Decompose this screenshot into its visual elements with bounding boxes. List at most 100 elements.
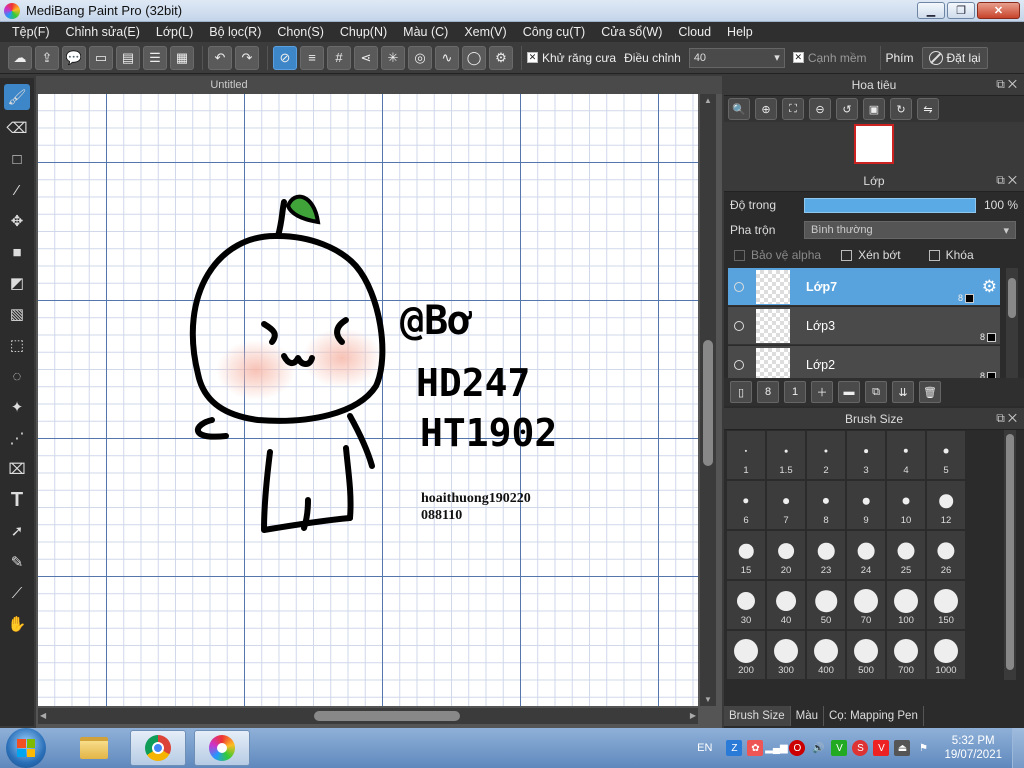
layer-row-lop2[interactable]: Lớp2 8 bbox=[728, 346, 1000, 378]
hand-tool-icon[interactable]: ✋ bbox=[4, 611, 30, 637]
brush-size-cell[interactable]: 15 bbox=[726, 530, 766, 580]
menu-window[interactable]: Cửa sổ(W) bbox=[593, 25, 670, 39]
bucket-tool-icon[interactable]: ◩ bbox=[4, 270, 30, 296]
share-icon[interactable]: ⇪ bbox=[35, 45, 59, 70]
taskbar-chrome[interactable] bbox=[130, 730, 186, 766]
duplicate-layer-icon[interactable]: ⧉ bbox=[865, 381, 887, 403]
menu-help[interactable]: Help bbox=[719, 25, 761, 39]
new-layer-icon[interactable]: ▯ bbox=[730, 381, 752, 403]
radial-line-snap-icon[interactable]: ⋖ bbox=[354, 45, 378, 70]
navigator-preview[interactable] bbox=[724, 122, 1024, 170]
volume-icon[interactable]: 🔊 bbox=[810, 740, 826, 756]
brush-size-cell[interactable]: 200 bbox=[726, 630, 766, 680]
gear-icon[interactable]: ⚙ bbox=[982, 277, 997, 297]
folder-icon[interactable]: ▬ bbox=[838, 381, 860, 403]
fit-window-icon[interactable]: ▣ bbox=[863, 98, 885, 120]
brush-scrollbar[interactable] bbox=[1004, 430, 1016, 680]
radial-snap-icon[interactable]: ✳ bbox=[381, 45, 405, 70]
brush-size-cell[interactable]: 150 bbox=[926, 580, 966, 630]
panel-controls[interactable]: ⧉✕ bbox=[996, 411, 1020, 426]
visibility-icon[interactable] bbox=[734, 320, 744, 331]
horizontal-scroll-thumb[interactable] bbox=[314, 711, 460, 721]
antialias-toggle[interactable]: ✕ Khử răng cưa bbox=[527, 51, 616, 65]
menu-color[interactable]: Màu (C) bbox=[395, 25, 456, 39]
horizontal-scrollbar[interactable]: ◀ ▶ bbox=[38, 708, 698, 724]
page-list-icon[interactable]: ☰ bbox=[143, 45, 167, 70]
brush-size-cell[interactable]: 10 bbox=[886, 480, 926, 530]
brush-size-cell[interactable]: 5 bbox=[926, 430, 966, 480]
zoom-out-icon[interactable]: ⊖ bbox=[809, 98, 831, 120]
new-8bit-layer-icon[interactable]: 8 bbox=[757, 381, 779, 403]
lock-option[interactable]: Khóa bbox=[928, 248, 974, 262]
scroll-right-icon[interactable]: ▶ bbox=[690, 711, 696, 720]
shield-icon[interactable]: S bbox=[852, 740, 869, 756]
merge-layer-icon[interactable]: ⇊ bbox=[892, 381, 914, 403]
brush-size-cell[interactable]: 23 bbox=[806, 530, 846, 580]
dot-brush-tool-icon[interactable]: ⁄ bbox=[4, 177, 30, 203]
brush-size-cell[interactable]: 7 bbox=[766, 480, 806, 530]
brush-size-cell[interactable]: 26 bbox=[926, 530, 966, 580]
brush-size-cell[interactable]: 40 bbox=[766, 580, 806, 630]
app-tray-icon[interactable]: ✿ bbox=[747, 740, 764, 756]
language-indicator[interactable]: EN bbox=[697, 742, 712, 754]
checkbox-checked-icon[interactable]: ✕ bbox=[792, 52, 804, 63]
brush-size-cell[interactable]: 9 bbox=[846, 480, 886, 530]
undo-icon[interactable]: ↶ bbox=[208, 45, 232, 70]
menu-edit[interactable]: Chỉnh sửa(E) bbox=[58, 25, 148, 39]
rotate-right-icon[interactable]: ↻ bbox=[890, 98, 912, 120]
cloud-icon[interactable]: ☁ bbox=[8, 45, 32, 70]
brush-size-cell[interactable]: 30 bbox=[726, 580, 766, 630]
zoom-search-icon[interactable]: 🔍 bbox=[728, 98, 750, 120]
brush-scroll-thumb[interactable] bbox=[1006, 434, 1014, 670]
network-icon[interactable]: ▂▄▆ bbox=[765, 740, 787, 756]
new-1bit-layer-icon[interactable]: 1 bbox=[784, 381, 806, 403]
document-icon[interactable]: ▤ bbox=[116, 45, 140, 70]
brush-size-cell[interactable]: 1.5 bbox=[766, 430, 806, 480]
lasso-tool-icon[interactable]: ◌ bbox=[4, 363, 30, 389]
brush-size-cell[interactable]: 24 bbox=[846, 530, 886, 580]
panel-controls[interactable]: ⧉✕ bbox=[996, 173, 1020, 188]
menu-cloud[interactable]: Cloud bbox=[670, 25, 719, 39]
grid-snap-icon[interactable]: # bbox=[327, 45, 351, 70]
menu-filter[interactable]: Bộ lọc(R) bbox=[201, 25, 269, 39]
protect-alpha-option[interactable]: Bảo vệ alpha bbox=[734, 248, 821, 262]
parallel-snap-icon[interactable]: ≡ bbox=[300, 45, 324, 70]
start-button[interactable] bbox=[6, 728, 46, 768]
eyedropper-tool-icon[interactable]: ⟋ bbox=[4, 580, 30, 606]
lock-checkbox[interactable] bbox=[928, 249, 940, 261]
reset-button[interactable]: Đặt lại bbox=[921, 46, 988, 69]
menu-snap[interactable]: Chụp(N) bbox=[332, 25, 395, 39]
document-tab[interactable]: Untitled bbox=[36, 76, 722, 94]
flag-icon[interactable]: ⚑ bbox=[915, 740, 931, 756]
brush-size-cell[interactable]: 3 bbox=[846, 430, 886, 480]
usb-icon[interactable]: ⏏ bbox=[894, 740, 911, 756]
flip-horizontal-icon[interactable]: ⇋ bbox=[917, 98, 939, 120]
menu-layer[interactable]: Lớp(L) bbox=[148, 25, 201, 39]
navigator-thumbnail[interactable] bbox=[854, 124, 894, 164]
brush-size-cell[interactable]: 12 bbox=[926, 480, 966, 530]
scroll-down-icon[interactable]: ▼ bbox=[704, 695, 712, 704]
rotate-left-icon[interactable]: ↺ bbox=[836, 98, 858, 120]
brush-size-cell[interactable]: 25 bbox=[886, 530, 926, 580]
brush-size-cell[interactable]: 70 bbox=[846, 580, 886, 630]
text-tool-icon[interactable]: T bbox=[4, 487, 30, 513]
maximize-button[interactable]: ❐ bbox=[947, 2, 975, 19]
add-layer-menu-icon[interactable]: ＋ bbox=[811, 381, 833, 403]
operation-tool-icon[interactable]: ➚ bbox=[4, 518, 30, 544]
redo-icon[interactable]: ↷ bbox=[235, 45, 259, 70]
divide-tool-icon[interactable]: ✎ bbox=[4, 549, 30, 575]
brush-size-cell[interactable]: 8 bbox=[806, 480, 846, 530]
antivirus-icon[interactable]: V bbox=[873, 740, 890, 756]
menu-file[interactable]: Tệp(F) bbox=[4, 25, 58, 39]
checkbox-checked-icon[interactable]: ✕ bbox=[527, 52, 538, 63]
brush-size-cell[interactable]: 1 bbox=[726, 430, 766, 480]
snap-settings-icon[interactable]: ⚙ bbox=[489, 45, 513, 70]
brush-size-cell[interactable]: 6 bbox=[726, 480, 766, 530]
brush-size-cell[interactable]: 1000 bbox=[926, 630, 966, 680]
circle-snap-icon[interactable]: ◯ bbox=[462, 45, 486, 70]
brush-size-cell[interactable]: 400 bbox=[806, 630, 846, 680]
move-tool-icon[interactable]: ✥ bbox=[4, 208, 30, 234]
menu-tools[interactable]: Công cụ(T) bbox=[515, 25, 594, 39]
fill-rect-tool-icon[interactable]: ■ bbox=[4, 239, 30, 265]
brush-size-cell[interactable]: 20 bbox=[766, 530, 806, 580]
